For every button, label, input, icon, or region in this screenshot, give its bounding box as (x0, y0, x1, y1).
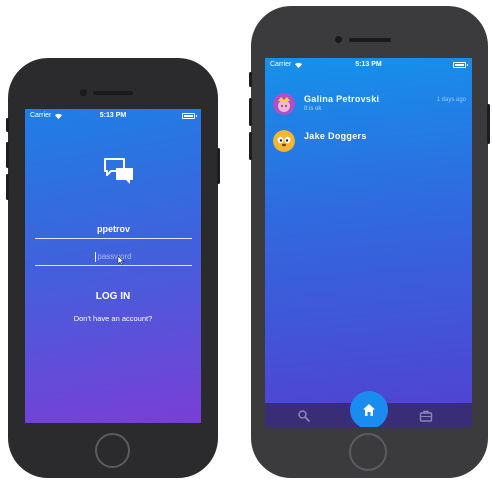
volume-up-button (249, 98, 252, 126)
search-icon[interactable] (297, 409, 311, 423)
power-button (487, 104, 490, 144)
earpiece-speaker (93, 91, 133, 95)
battery-icon (182, 113, 197, 119)
chat-bubbles-icon (104, 158, 133, 184)
mute-switch (249, 72, 252, 87)
power-button (217, 148, 220, 184)
status-time: 5:13 PM (99, 112, 127, 119)
conversation-name: Jake Doggers (304, 131, 367, 141)
battery-icon (453, 62, 468, 68)
volume-down-button (6, 174, 9, 200)
username-field[interactable]: ppetrov (35, 221, 192, 239)
home-icon (363, 404, 375, 416)
conversation-item[interactable]: Galina Petrovski It is ok 1 days ago (265, 91, 472, 121)
home-button[interactable] (95, 433, 130, 468)
briefcase-icon[interactable] (419, 409, 433, 423)
volume-up-button (6, 142, 9, 168)
status-time: 5:13 PM (355, 61, 382, 68)
conversation-time: 1 days ago (436, 97, 466, 103)
login-button[interactable]: LOG IN (25, 290, 201, 304)
earpiece-speaker (349, 38, 391, 42)
front-camera (80, 89, 87, 96)
phone-login: Carrier 5:13 PM ppetrov password LOG IN … (6, 58, 220, 478)
password-placeholder: password (97, 252, 132, 261)
conversation-preview: It is ok (304, 106, 322, 112)
status-bar: Carrier 5:13 PM (25, 109, 201, 123)
phone-conversations: Carrier 5:13 PM Galina Petrovski It is o… (249, 6, 490, 478)
front-camera (335, 36, 342, 43)
conversations-screen: Carrier 5:13 PM Galina Petrovski It is o… (265, 58, 472, 427)
home-button[interactable] (349, 433, 387, 471)
tab-bar (265, 391, 472, 427)
status-bar: Carrier 5:13 PM (265, 58, 472, 72)
signup-link[interactable]: Don't have an account? (25, 313, 201, 325)
volume-down-button (249, 132, 252, 160)
conversation-name: Galina Petrovski (304, 94, 380, 104)
pointer-cursor-icon (117, 255, 125, 266)
password-field[interactable]: password (35, 248, 192, 266)
conversation-item[interactable]: Jake Doggers (265, 128, 472, 158)
princess-avatar (273, 93, 295, 115)
home-tab-button[interactable] (350, 391, 388, 427)
login-screen: Carrier 5:13 PM ppetrov password LOG IN … (25, 109, 201, 423)
mute-switch (6, 118, 9, 132)
dog-avatar (273, 130, 295, 152)
